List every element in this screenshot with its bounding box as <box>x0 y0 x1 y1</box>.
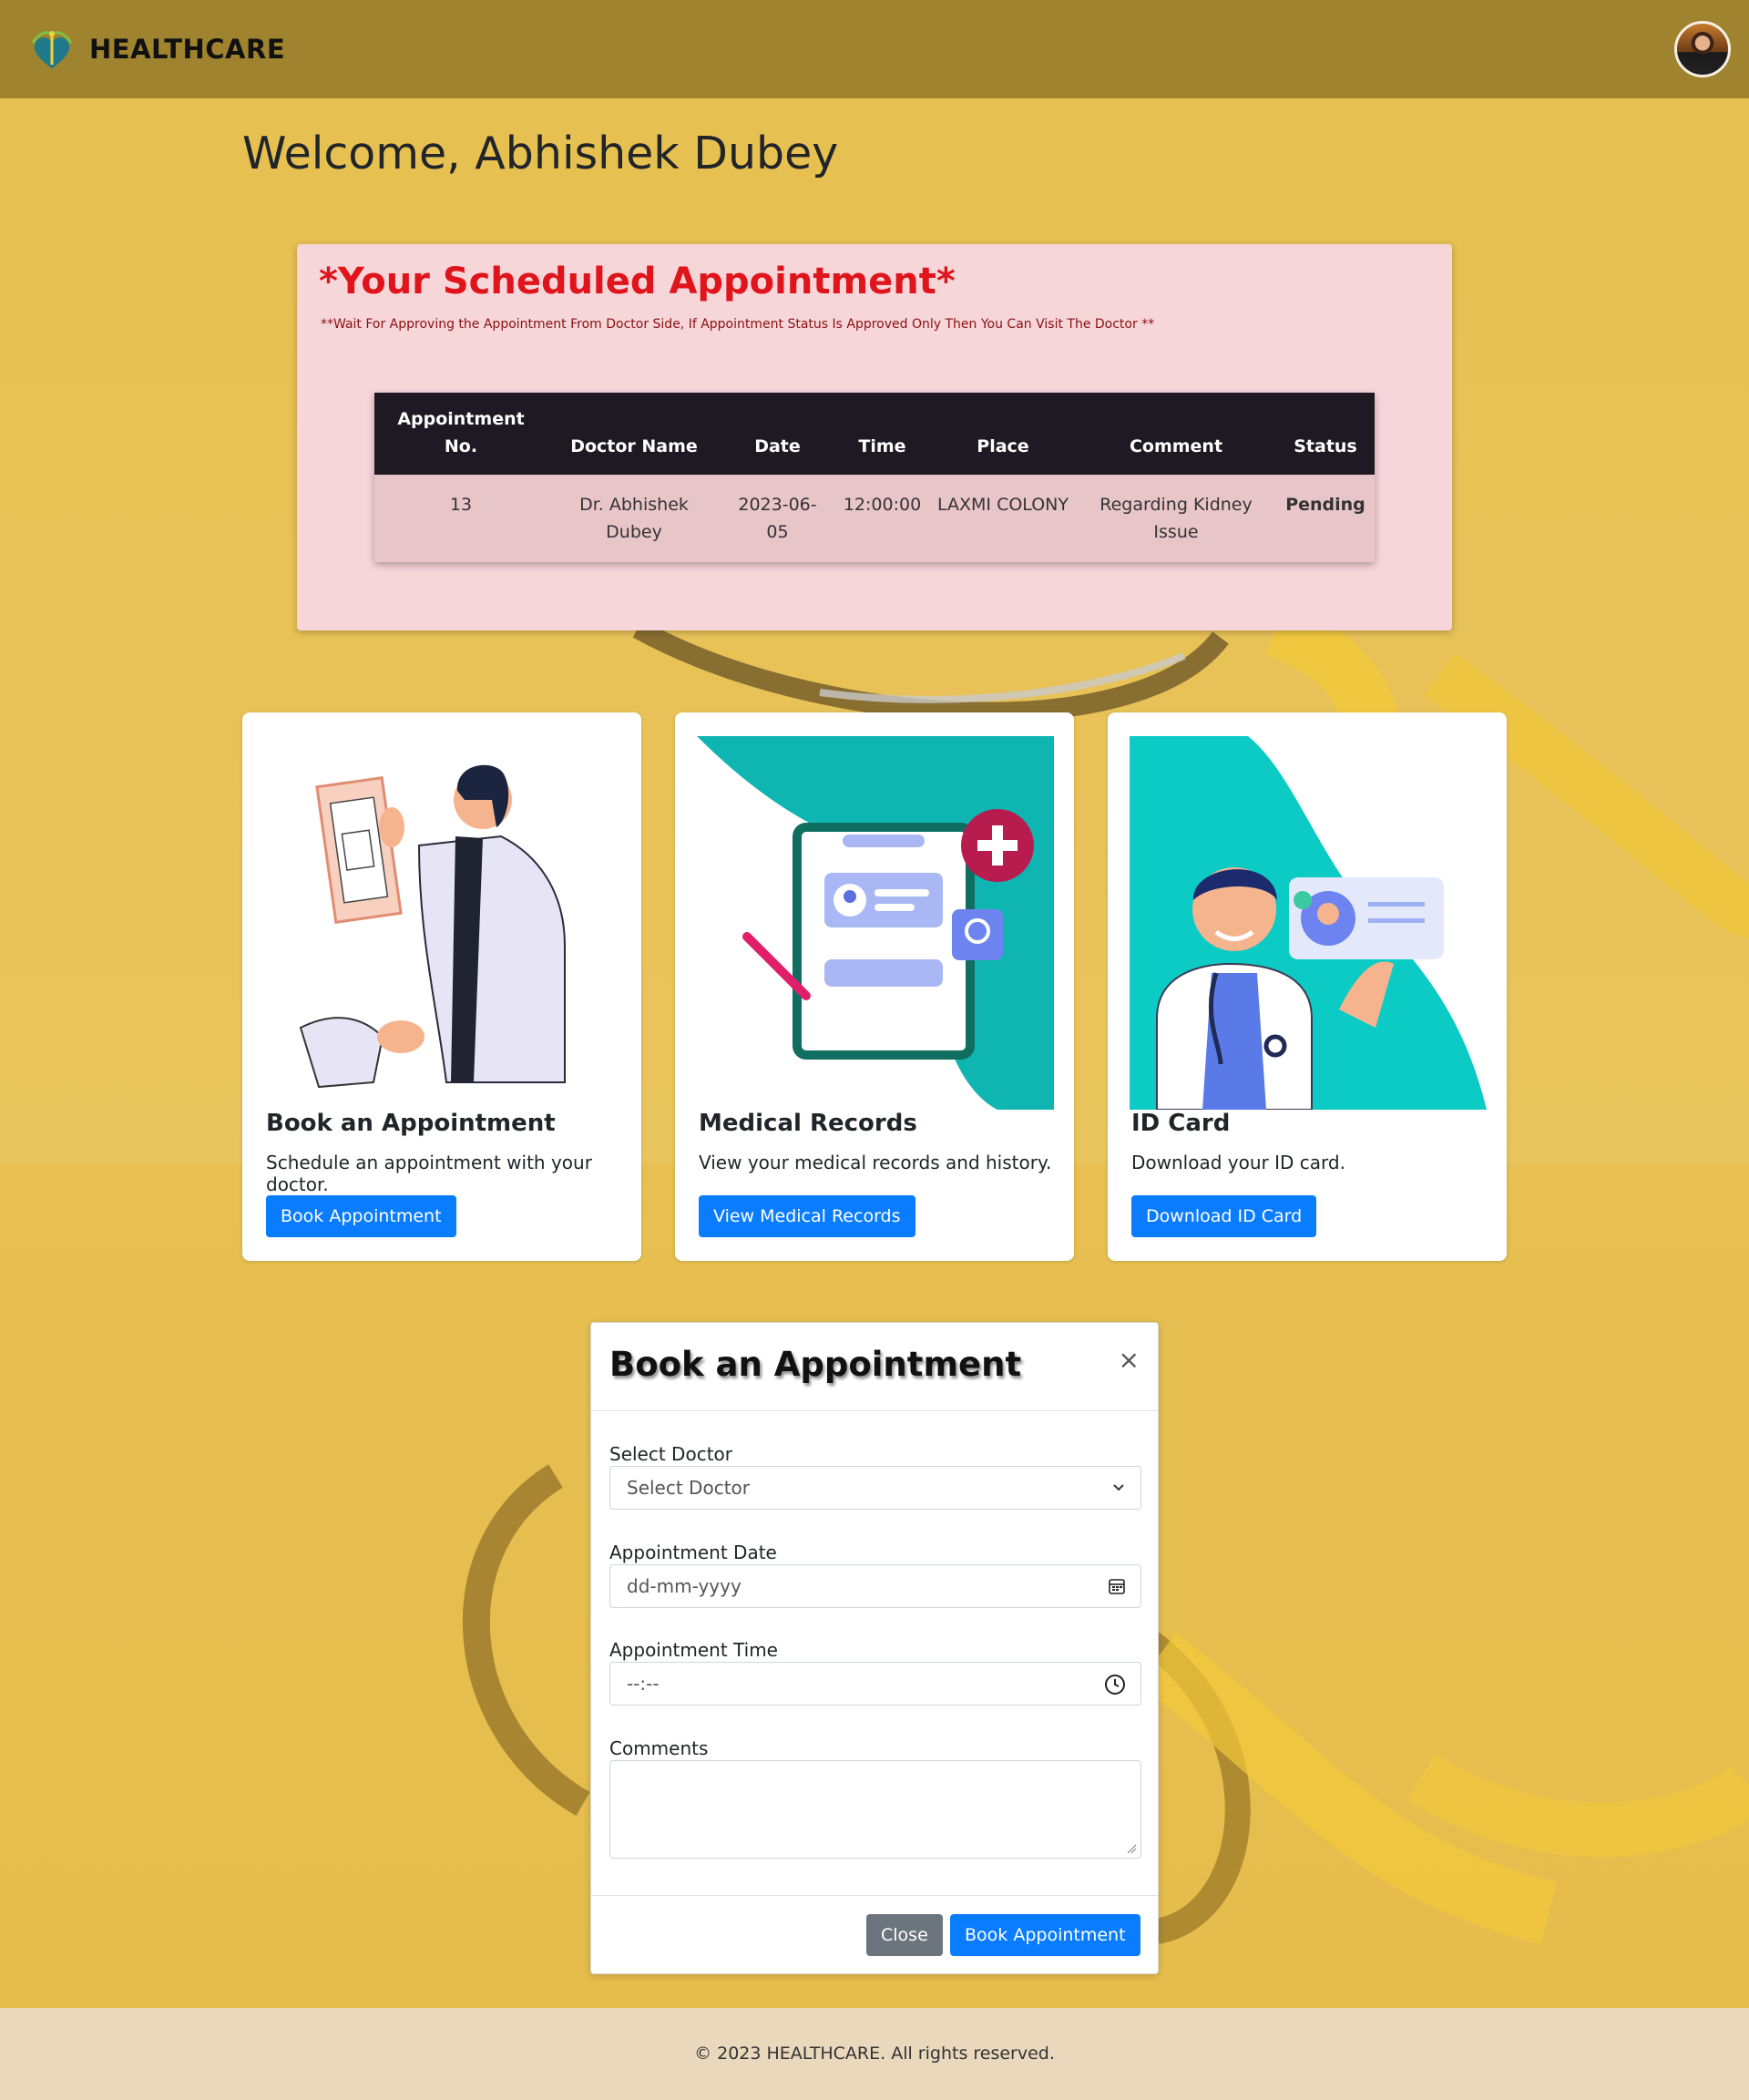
appointment-date-input[interactable]: dd-mm-yyyy <box>609 1564 1141 1608</box>
date-placeholder: dd-mm-yyyy <box>627 1575 742 1597</box>
close-icon[interactable]: × <box>1119 1345 1140 1375</box>
select-doctor-dropdown[interactable]: Select Doctor <box>609 1466 1141 1510</box>
cell-date: 2023-06-05 <box>721 475 834 562</box>
scheduled-title: *Your Scheduled Appointment* <box>319 261 956 302</box>
book-appointment-modal: Book an Appointment × Select Doctor Sele… <box>590 1322 1159 1974</box>
card-book-appointment: Book an Appointment Schedule an appointm… <box>242 712 641 1261</box>
column-header: Appointment No. <box>374 393 547 475</box>
appointment-table: Appointment No. Doctor Name Date Time Pl… <box>374 393 1375 562</box>
submit-book-appointment-button[interactable]: Book Appointment <box>950 1914 1140 1956</box>
column-header: Comment <box>1076 393 1276 475</box>
card-medical-records: Medical Records View your medical record… <box>675 712 1074 1261</box>
brand-name: HEALTHCARE <box>89 34 286 65</box>
cell-place: LAXMI COLONY <box>930 475 1076 562</box>
modal-header: Book an Appointment × <box>591 1323 1158 1411</box>
view-medical-records-button[interactable]: View Medical Records <box>699 1195 915 1237</box>
doctor-id-card-illustration <box>1130 736 1487 1110</box>
approval-note: **Wait For Approving the Appointment Fro… <box>321 317 1155 332</box>
card-title: ID Card <box>1131 1110 1231 1137</box>
resize-handle-icon[interactable] <box>1126 1843 1137 1854</box>
card-id-card: ID Card Download your ID card. Download … <box>1108 712 1507 1261</box>
column-header: Date <box>721 393 834 475</box>
appointment-time-input[interactable]: --:-- <box>609 1662 1141 1706</box>
cell-comment: Regarding Kidney Issue <box>1076 475 1276 562</box>
appointment-time-label: Appointment Time <box>609 1639 778 1661</box>
select-doctor-value: Select Doctor <box>627 1477 750 1499</box>
modal-footer: Close Book Appointment <box>591 1895 1158 1975</box>
column-header: Doctor Name <box>547 393 721 475</box>
page-footer: © 2023 HEALTHCARE. All rights reserved. <box>0 2008 1749 2100</box>
book-appointment-button[interactable]: Book Appointment <box>266 1195 456 1237</box>
user-avatar[interactable] <box>1674 21 1731 77</box>
calendar-icon[interactable] <box>1108 1576 1126 1596</box>
cell-time: 12:00:00 <box>834 475 930 562</box>
column-header: Status <box>1276 393 1375 475</box>
welcome-heading: Welcome, Abhishek Dubey <box>242 128 839 179</box>
select-doctor-label: Select Doctor <box>609 1443 732 1465</box>
navbar: HEALTHCARE <box>0 0 1749 98</box>
column-header: Time <box>834 393 930 475</box>
cell-appointment-no: 13 <box>374 475 547 562</box>
card-title: Medical Records <box>699 1110 917 1137</box>
doctor-with-clipboard-illustration <box>264 736 621 1110</box>
scheduled-appointment-panel: *Your Scheduled Appointment* **Wait For … <box>297 244 1452 630</box>
column-header: Place <box>930 393 1076 475</box>
brand[interactable]: HEALTHCARE <box>26 23 285 76</box>
clock-icon[interactable] <box>1104 1674 1126 1695</box>
status-badge: Pending <box>1276 475 1375 562</box>
card-title: Book an Appointment <box>266 1110 556 1137</box>
download-id-card-button[interactable]: Download ID Card <box>1131 1195 1317 1237</box>
comments-label: Comments <box>609 1737 709 1759</box>
chevron-down-icon <box>1113 1484 1124 1491</box>
table-header-row: Appointment No. Doctor Name Date Time Pl… <box>374 393 1375 475</box>
comments-textarea[interactable] <box>609 1760 1141 1859</box>
cell-doctor-name: Dr. Abhishek Dubey <box>547 475 721 562</box>
card-text: Schedule an appointment with your doctor… <box>266 1152 592 1195</box>
time-placeholder: --:-- <box>627 1673 660 1695</box>
modal-title: Book an Appointment <box>609 1345 1022 1384</box>
card-text: View your medical records and history. <box>699 1152 1052 1173</box>
appointment-date-label: Appointment Date <box>609 1542 777 1563</box>
medical-clipboard-illustration <box>697 736 1054 1110</box>
table-row: 13 Dr. Abhishek Dubey 2023-06-05 12:00:0… <box>374 475 1375 562</box>
caduceus-heart-icon <box>31 31 73 68</box>
card-text: Download your ID card. <box>1131 1152 1345 1173</box>
close-button[interactable]: Close <box>866 1914 943 1956</box>
